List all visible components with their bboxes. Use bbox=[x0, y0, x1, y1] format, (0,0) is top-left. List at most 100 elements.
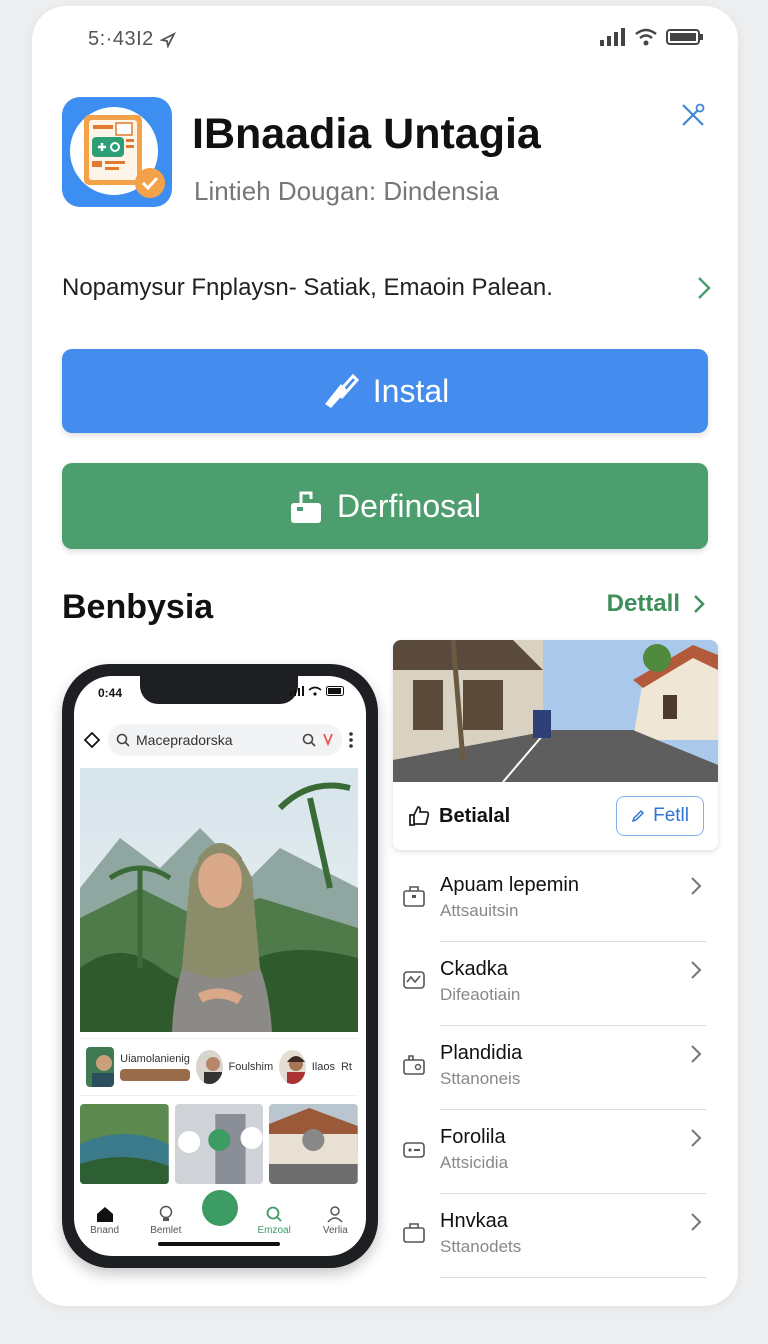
fetch-button[interactable]: Fetll bbox=[616, 796, 704, 836]
phone-screen: 0:44 Macepradorska Uiamolanienig Foulshi… bbox=[74, 676, 366, 1256]
list-item-title: Apuam lepemin bbox=[440, 874, 579, 896]
section-title: Benbysia bbox=[62, 588, 214, 626]
chevron-right-icon bbox=[694, 595, 705, 613]
close-button[interactable] bbox=[676, 98, 710, 132]
location-icon bbox=[159, 31, 176, 48]
list-item-subtitle: Attsicidia bbox=[440, 1153, 509, 1172]
list-item-subtitle: Attsauitsin bbox=[440, 901, 519, 920]
section-detail-link[interactable]: Dettall bbox=[607, 590, 706, 618]
nav-item-home[interactable]: Bnand bbox=[80, 1205, 130, 1236]
search-icon[interactable] bbox=[302, 733, 316, 747]
list-item[interactable]: Forolila Attsicidia bbox=[400, 1110, 706, 1194]
app-icon bbox=[62, 97, 172, 207]
pencil-icon bbox=[631, 809, 645, 823]
list-item[interactable]: Apuam lepemin Attsauitsin bbox=[400, 858, 706, 942]
list-item-title: Ckadka bbox=[440, 958, 508, 980]
avatar[interactable] bbox=[195, 1050, 223, 1084]
section-link-label: Dettall bbox=[606, 590, 680, 617]
search-icon bbox=[266, 1206, 282, 1222]
status-time-text: 5:·43I2 bbox=[88, 28, 154, 50]
description-row[interactable]: Nopamysur Fnplaysn- Satiak, Emaoin Palea… bbox=[62, 261, 712, 315]
settings-list: Apuam lepemin Attsauitsin Ckadka Difeaot… bbox=[400, 858, 706, 1278]
list-item-subtitle: Sttanoneis bbox=[440, 1069, 521, 1088]
phone-time: 0:44 bbox=[98, 686, 123, 700]
chevron-right-icon bbox=[691, 1045, 702, 1063]
story-label-block: Uiamolanienig bbox=[120, 1053, 190, 1081]
nav-center-button[interactable] bbox=[201, 1190, 238, 1226]
list-item-title: Plandidia bbox=[440, 1042, 523, 1064]
list-item[interactable]: Hnvkaa Sttanodets bbox=[400, 1194, 706, 1278]
microphone-icon[interactable] bbox=[322, 732, 334, 748]
grid-photo[interactable] bbox=[269, 1104, 359, 1184]
list-item-text: Apuam lepemin Attsauitsin bbox=[440, 874, 706, 942]
user-icon bbox=[327, 1206, 343, 1223]
story-thumb[interactable] bbox=[86, 1047, 115, 1087]
signal-icon bbox=[290, 686, 304, 696]
nav-label: Verlia bbox=[322, 1225, 348, 1236]
briefcase-icon bbox=[400, 1134, 428, 1162]
box-icon bbox=[400, 882, 428, 910]
phone-hero-photo[interactable] bbox=[80, 768, 358, 1032]
grid-photo[interactable] bbox=[80, 1104, 169, 1184]
chevron-right-icon bbox=[691, 877, 702, 895]
list-item-title: Forolila bbox=[440, 1126, 506, 1148]
list-item-title: Hnvkaa bbox=[440, 1210, 508, 1232]
feature-label: Betialal bbox=[407, 804, 510, 828]
feature-card: Betialal Fetll bbox=[393, 640, 718, 850]
phone-story-row: Uiamolanienig Foulshim Ilaos Rt bbox=[80, 1038, 358, 1096]
story-label: Uiamolanienig bbox=[120, 1053, 190, 1065]
more-vertical-icon[interactable] bbox=[348, 731, 354, 749]
close-icon bbox=[682, 103, 705, 126]
list-item[interactable]: Plandidia Sttanoneis bbox=[400, 1026, 706, 1110]
signal-icon bbox=[600, 28, 625, 46]
install-button[interactable]: Instal bbox=[62, 349, 708, 433]
home-icon[interactable] bbox=[82, 730, 102, 750]
chevron-right-icon bbox=[691, 1129, 702, 1147]
list-item[interactable]: Ckadka Difeaotiain bbox=[400, 942, 706, 1026]
list-item-text: Forolila Attsicidia bbox=[440, 1126, 706, 1194]
app-description: Nopamysur Fnplaysn- Satiak, Emaoin Palea… bbox=[62, 274, 553, 301]
avatar-caption: Rt bbox=[340, 1061, 352, 1073]
feature-card-bar: Betialal Fetll bbox=[393, 782, 718, 850]
battery-icon bbox=[326, 686, 344, 696]
phone-search-input[interactable]: Macepradorska bbox=[108, 724, 342, 756]
list-item-subtitle: Sttanodets bbox=[440, 1237, 522, 1256]
home-icon bbox=[96, 1207, 113, 1222]
grid-photo[interactable] bbox=[174, 1104, 264, 1184]
nav-label: Bnand bbox=[90, 1225, 120, 1236]
chevron-right-icon bbox=[691, 1213, 702, 1231]
street-photo[interactable] bbox=[393, 640, 718, 783]
package-icon bbox=[290, 491, 321, 523]
battery-icon bbox=[666, 29, 703, 45]
story-progress bbox=[120, 1069, 190, 1081]
avatar[interactable] bbox=[279, 1050, 306, 1084]
lightbulb-icon bbox=[159, 1205, 173, 1221]
status-time: 5:·43I2 bbox=[88, 28, 176, 51]
nav-item-search[interactable]: Emzoal bbox=[249, 1205, 299, 1236]
phone-status-icons bbox=[290, 686, 346, 696]
nav-item-profile[interactable]: Verlia bbox=[310, 1205, 360, 1236]
list-item-text: Hnvkaa Sttanodets bbox=[440, 1210, 706, 1278]
list-item-subtitle: Difeaotiain bbox=[440, 985, 521, 1004]
second-action-label: Derfinosal bbox=[336, 487, 482, 524]
chevron-right-icon bbox=[691, 961, 702, 979]
nav-label: Bemlet bbox=[150, 1225, 182, 1236]
avatar-caption: Foulshim bbox=[228, 1061, 274, 1073]
search-icon bbox=[116, 733, 130, 747]
phone-bottom-nav: Bnand Bemlet Emzoal Verlia bbox=[74, 1190, 366, 1238]
phone-mockup: 0:44 Macepradorska Uiamolanienig Foulshi… bbox=[62, 664, 378, 1268]
second-action-button[interactable]: Derfinosal bbox=[62, 463, 708, 549]
chevron-right-icon bbox=[698, 277, 711, 299]
bag-icon bbox=[400, 1050, 428, 1078]
app-title: IBnaadia Untagia bbox=[192, 110, 541, 158]
nav-item-discover[interactable]: Bemlet bbox=[141, 1205, 191, 1236]
feature-label-text: Betialal bbox=[439, 804, 511, 827]
fetch-button-label: Fetll bbox=[653, 805, 689, 826]
box-icon bbox=[400, 1218, 428, 1246]
list-item-text: Ckadka Difeaotiain bbox=[440, 958, 706, 1026]
app-subtitle: Lintieh Dougan: Dindensia bbox=[194, 176, 499, 206]
home-indicator bbox=[158, 1242, 280, 1246]
phone-photo-grid bbox=[80, 1104, 359, 1184]
wifi-icon bbox=[308, 686, 322, 696]
install-icon bbox=[324, 374, 359, 408]
